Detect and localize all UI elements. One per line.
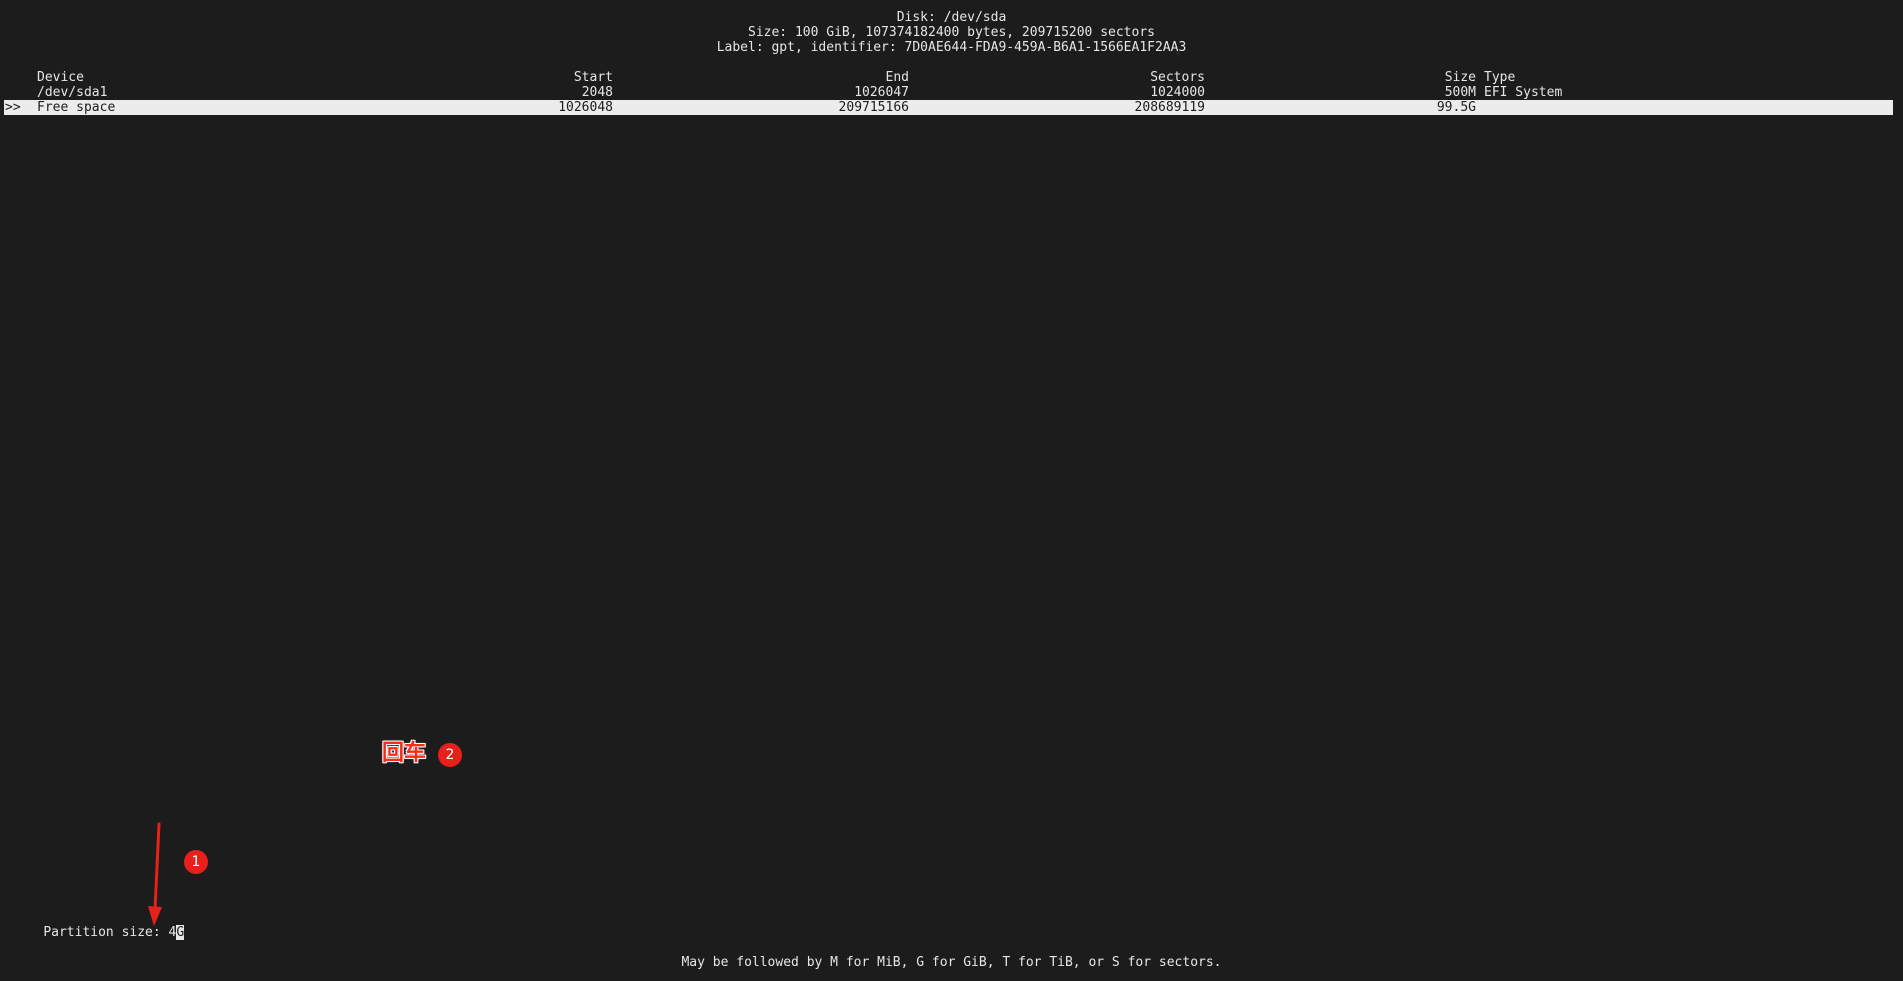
row-start: 2048 bbox=[581, 85, 613, 100]
disk-size-line: Size: 100 GiB, 107374182400 bytes, 20971… bbox=[748, 25, 1155, 40]
header-start: Start bbox=[573, 70, 613, 85]
terminal-window: Disk: /dev/sda Size: 100 GiB, 1073741824… bbox=[0, 0, 1903, 981]
row-device: /dev/sda1 bbox=[37, 85, 108, 100]
header-size: Size bbox=[1444, 70, 1476, 85]
size-unit-hint: May be followed by M for MiB, G for GiB,… bbox=[681, 955, 1222, 970]
row-size: 500M bbox=[1444, 85, 1476, 100]
partition-size-input[interactable]: 4 bbox=[169, 925, 177, 940]
disk-label-line: Label: gpt, identifier: 7D0AE644-FDA9-45… bbox=[716, 40, 1187, 55]
enter-annotation-text: 回车 bbox=[382, 741, 427, 766]
row-end: 209715166 bbox=[838, 100, 909, 115]
header-sectors: Sectors bbox=[1150, 70, 1205, 85]
partition-size-prompt[interactable]: Partition size: 4G bbox=[12, 910, 185, 955]
row-sectors: 208689119 bbox=[1134, 100, 1205, 115]
text-cursor[interactable]: G bbox=[176, 925, 185, 940]
selection-marker: >> bbox=[5, 100, 21, 115]
header-end: End bbox=[885, 70, 909, 85]
prompt-label: Partition size: bbox=[43, 925, 169, 940]
header-type: Type bbox=[1484, 70, 1516, 85]
step-2-badge: 2 bbox=[438, 743, 462, 767]
row-end: 1026047 bbox=[854, 85, 909, 100]
row-start: 1026048 bbox=[558, 100, 613, 115]
disk-title: Disk: /dev/sda bbox=[896, 10, 1007, 25]
row-device: Free space bbox=[37, 100, 116, 115]
row-type: EFI System bbox=[1484, 85, 1563, 100]
row-sectors: 1024000 bbox=[1150, 85, 1205, 100]
table-row-selected[interactable] bbox=[4, 100, 1893, 115]
header-device: Device bbox=[37, 70, 84, 85]
row-size: 99.5G bbox=[1436, 100, 1476, 115]
step-1-badge: 1 bbox=[184, 850, 208, 874]
